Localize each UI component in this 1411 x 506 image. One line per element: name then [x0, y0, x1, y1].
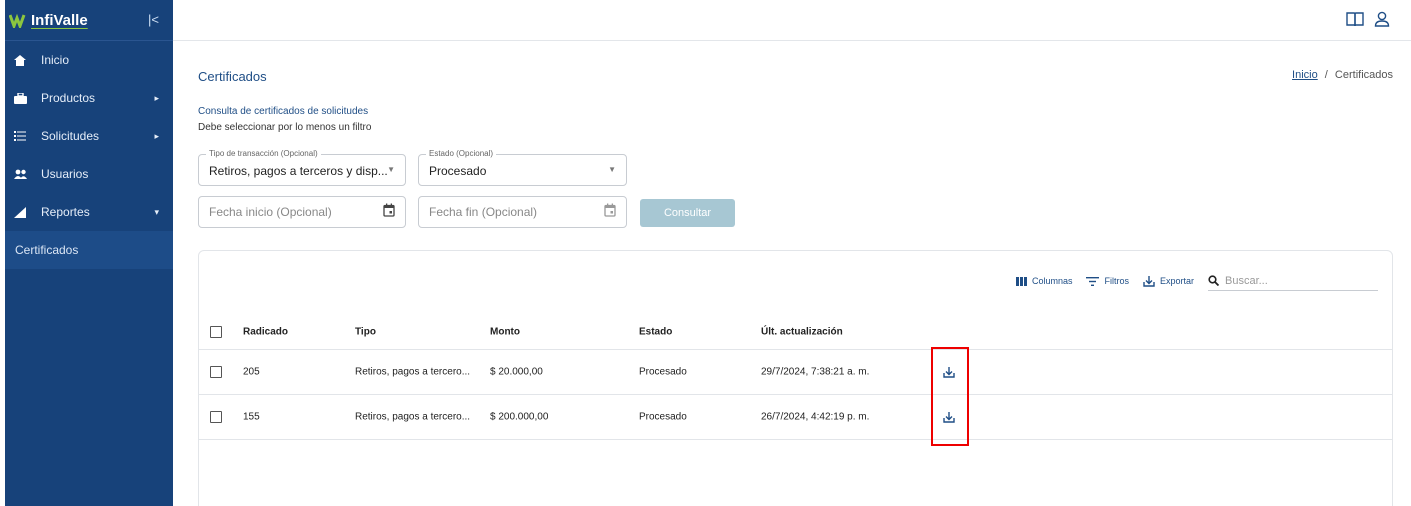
filter-note: Debe seleccionar por lo menos un filtro — [198, 122, 372, 133]
columns-button[interactable]: Columnas — [1015, 276, 1073, 286]
start-date-field[interactable]: Fecha inicio (Opcional) — [198, 196, 406, 228]
cell-tipo: Retiros, pagos a tercero... — [355, 366, 471, 378]
cell-tipo: Retiros, pagos a tercero... — [355, 411, 471, 423]
briefcase-icon — [13, 91, 27, 105]
cell-ultima-actualizacion: 29/7/2024, 7:38:21 a. m. — [761, 366, 870, 378]
sidebar-item-inicio[interactable]: Inicio — [5, 41, 173, 79]
sidebar-nav: Inicio Productos ▸ Solicitudes ▸ Usuario… — [5, 41, 173, 269]
row-checkbox[interactable] — [210, 366, 222, 378]
user-icon[interactable] — [1373, 10, 1391, 28]
breadcrumb: Inicio / Certificados — [1292, 69, 1393, 81]
end-date-placeholder: Fecha fin (Opcional) — [429, 205, 538, 219]
column-header-tipo[interactable]: Tipo — [355, 326, 376, 337]
chevron-right-icon: ▸ — [154, 131, 159, 141]
select-all-checkbox[interactable] — [210, 325, 222, 338]
transaction-type-legend: Tipo de transacción (Opcional) — [206, 149, 321, 158]
brand-logo[interactable]: InfiValle — [9, 12, 88, 29]
export-label: Exportar — [1159, 276, 1194, 286]
sidebar-item-productos[interactable]: Productos ▸ — [5, 79, 173, 117]
sidebar-subitem-certificados[interactable]: Certificados — [5, 231, 173, 269]
results-card: Columnas Filtros Exportar Buscar... Radi… — [198, 250, 1393, 506]
columns-icon — [1015, 276, 1027, 286]
sidebar-item-solicitudes[interactable]: Solicitudes ▸ — [5, 117, 173, 155]
end-date-field[interactable]: Fecha fin (Opcional) — [418, 196, 627, 228]
home-icon — [13, 53, 27, 67]
consultar-button[interactable]: Consultar — [640, 199, 735, 227]
chevron-down-icon: ▾ — [154, 207, 159, 217]
breadcrumb-separator: / — [1324, 69, 1328, 81]
list-icon — [13, 129, 27, 143]
cell-monto: $ 20.000,00 — [490, 366, 543, 378]
collapse-sidebar-icon[interactable]: |< — [148, 12, 159, 27]
calendar-icon[interactable] — [383, 203, 395, 217]
sidebar-subitem-label: Certificados — [15, 243, 79, 257]
start-date-placeholder: Fecha inicio (Opcional) — [209, 205, 332, 219]
status-legend: Estado (Opcional) — [426, 149, 497, 158]
cell-radicado: 205 — [243, 366, 260, 378]
dropdown-arrow-icon: ▼ — [387, 165, 395, 174]
breadcrumb-current: Certificados — [1334, 69, 1393, 81]
column-header-ultima-actualizacion[interactable]: Últ. actualización — [761, 326, 843, 337]
cell-estado: Procesado — [639, 366, 687, 378]
sidebar-item-label: Inicio — [41, 53, 70, 67]
section-subtitle: Consulta de certificados de solicitudes — [198, 106, 369, 117]
top-bar — [173, 0, 1411, 41]
sidebar-item-label: Solicitudes — [41, 129, 100, 143]
table-toolbar: Columnas Filtros Exportar Buscar... — [1015, 271, 1378, 291]
columns-label: Columnas — [1031, 276, 1073, 286]
search-icon — [1208, 275, 1219, 286]
sidebar-item-label: Productos — [41, 91, 96, 105]
brand-name: InfiValle — [31, 11, 88, 29]
status-value: Procesado — [429, 164, 487, 178]
row-checkbox[interactable] — [210, 411, 222, 423]
transaction-type-value: Retiros, pagos a terceros y disp... — [209, 164, 388, 178]
filters-label: Filtros — [1104, 276, 1129, 286]
breadcrumb-home-link[interactable]: Inicio — [1292, 69, 1318, 81]
cell-ultima-actualizacion: 26/7/2024, 4:42:19 p. m. — [761, 411, 870, 423]
chart-icon — [13, 205, 27, 219]
column-header-monto[interactable]: Monto — [490, 326, 520, 337]
page-title: Certificados — [198, 69, 267, 84]
cell-monto: $ 200.000,00 — [490, 411, 549, 423]
header-actions — [1345, 10, 1391, 28]
table-header-row: Radicado Tipo Monto Estado Últ. actualiz… — [199, 314, 1392, 350]
sidebar: InfiValle |< Inicio Productos ▸ Solicitu… — [5, 0, 173, 506]
cell-radicado: 155 — [243, 411, 260, 423]
download-certificate-icon[interactable] — [942, 365, 956, 379]
main-content: Certificados Inicio / Certificados Consu… — [173, 41, 1411, 506]
column-header-estado[interactable]: Estado — [639, 326, 672, 337]
status-select[interactable]: Estado (Opcional) Procesado ▼ — [418, 149, 627, 186]
brand-header: InfiValle |< — [5, 0, 173, 41]
table-row[interactable]: 205 Retiros, pagos a tercero... $ 20.000… — [199, 350, 1392, 395]
download-certificate-icon[interactable] — [942, 410, 956, 424]
calendar-icon[interactable] — [604, 203, 616, 217]
book-icon[interactable] — [1345, 10, 1365, 28]
logo-mark-icon — [9, 13, 26, 28]
users-icon — [13, 167, 27, 181]
cell-estado: Procesado — [639, 411, 687, 423]
download-icon — [1143, 275, 1155, 287]
certificates-table: Radicado Tipo Monto Estado Últ. actualiz… — [199, 314, 1392, 440]
filters-button[interactable]: Filtros — [1086, 276, 1129, 286]
export-button[interactable]: Exportar — [1143, 275, 1194, 287]
search-input[interactable]: Buscar... — [1208, 271, 1378, 291]
sidebar-item-usuarios[interactable]: Usuarios — [5, 155, 173, 193]
sidebar-item-reportes[interactable]: Reportes ▾ — [5, 193, 173, 231]
chevron-right-icon: ▸ — [154, 93, 159, 103]
sidebar-item-label: Usuarios — [41, 167, 89, 181]
table-row[interactable]: 155 Retiros, pagos a tercero... $ 200.00… — [199, 395, 1392, 440]
transaction-type-select[interactable]: Tipo de transacción (Opcional) Retiros, … — [198, 149, 406, 186]
filter-icon — [1086, 276, 1100, 286]
sidebar-item-label: Reportes — [41, 205, 90, 219]
dropdown-arrow-icon: ▼ — [608, 165, 616, 174]
search-placeholder: Buscar... — [1225, 274, 1268, 287]
column-header-radicado[interactable]: Radicado — [243, 326, 288, 337]
